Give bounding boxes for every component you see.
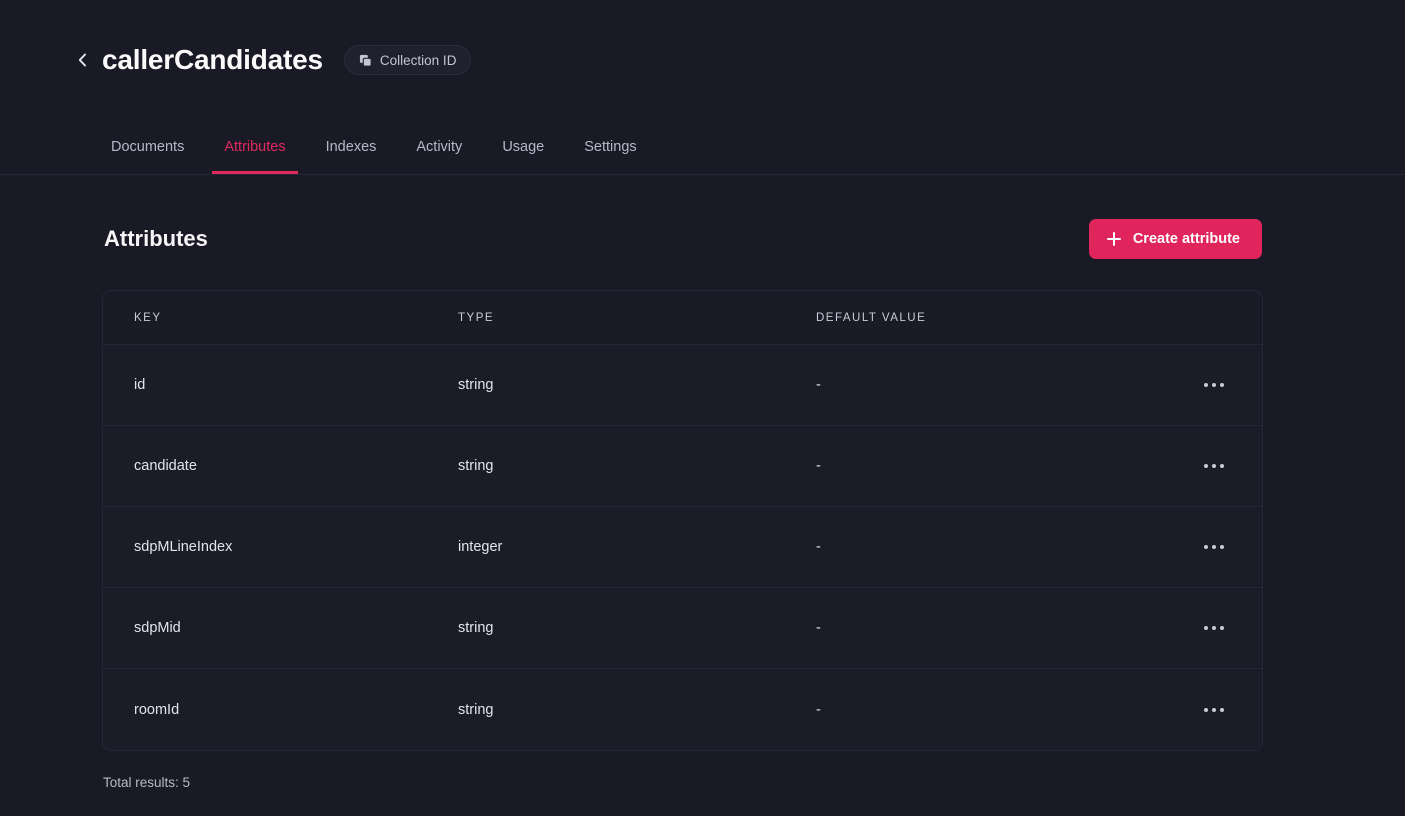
attribute-key: id (134, 377, 146, 393)
page-header: callerCandidates Collection ID (0, 0, 1405, 120)
attribute-key: sdpMid (134, 620, 181, 636)
attribute-type: string (458, 620, 494, 636)
tab-usage[interactable]: Usage (482, 120, 564, 174)
attribute-key: sdpMLineIndex (134, 539, 233, 555)
page-root: callerCandidates Collection ID Documents… (0, 0, 1405, 816)
row-actions-cell (1190, 695, 1262, 725)
ellipsis-icon[interactable] (1192, 451, 1236, 481)
column-header-default-value: DEFAULT VALUE (816, 311, 927, 324)
attribute-type: integer (458, 539, 503, 555)
tab-bar: Documents Attributes Indexes Activity Us… (0, 120, 1405, 175)
collection-id-label: Collection ID (379, 52, 457, 68)
tab-indexes-label: Indexes (325, 139, 377, 155)
page-title: callerCandidates (102, 44, 323, 75)
tab-settings[interactable]: Settings (564, 120, 656, 174)
plus-icon (1106, 232, 1121, 246)
create-attribute-button[interactable]: Create attribute (1088, 219, 1262, 259)
attribute-default-value: - (816, 377, 821, 393)
tab-settings-label: Settings (584, 139, 637, 155)
tab-attributes[interactable]: Attributes (204, 120, 305, 174)
attribute-default-value: - (816, 539, 821, 555)
chevron-left-icon (75, 52, 91, 68)
tab-activity-label: Activity (416, 139, 463, 155)
ellipsis-icon[interactable] (1192, 695, 1236, 725)
column-header-key: KEY (134, 311, 162, 324)
copy-icon (359, 54, 372, 67)
attribute-type: string (458, 377, 494, 393)
back-button[interactable] (72, 49, 94, 71)
attribute-default-value: - (816, 458, 821, 474)
tab-attributes-label: Attributes (224, 139, 286, 155)
attribute-key: roomId (134, 701, 180, 718)
table-header-row: KEY TYPE DEFAULT VALUE (103, 291, 1262, 345)
tab-documents-label: Documents (111, 139, 185, 155)
row-actions-cell (1190, 370, 1262, 400)
ellipsis-icon[interactable] (1192, 613, 1236, 643)
collection-id-button[interactable]: Collection ID (343, 45, 472, 75)
row-actions-cell (1190, 613, 1262, 643)
attribute-type: string (458, 458, 494, 474)
attribute-type: string (458, 701, 494, 718)
table-row[interactable]: sdpMid string - (103, 588, 1262, 669)
attribute-key: candidate (134, 458, 197, 474)
section-title: Attributes (104, 226, 208, 251)
table-row[interactable]: id string - (103, 345, 1262, 426)
section-header: Attributes Create attribute (104, 216, 1262, 262)
attribute-default-value: - (816, 620, 821, 636)
create-attribute-label: Create attribute (1132, 231, 1240, 247)
attributes-table: KEY TYPE DEFAULT VALUE id string - candi… (102, 290, 1263, 751)
tab-activity[interactable]: Activity (396, 120, 482, 174)
tab-documents[interactable]: Documents (91, 120, 204, 174)
attribute-default-value: - (816, 701, 821, 718)
tab-list: Documents Attributes Indexes Activity Us… (104, 120, 657, 175)
ellipsis-icon[interactable] (1192, 532, 1236, 562)
column-header-type: TYPE (458, 311, 495, 324)
table-row[interactable]: sdpMLineIndex integer - (103, 507, 1262, 588)
tab-indexes[interactable]: Indexes (306, 120, 397, 174)
table-row[interactable]: candidate string - (103, 426, 1262, 507)
tab-usage-label: Usage (502, 139, 545, 155)
row-actions-cell (1190, 451, 1262, 481)
table-row[interactable]: roomId string - (103, 669, 1262, 750)
row-actions-cell (1190, 532, 1262, 562)
total-results-label: Total results: 5 (103, 775, 191, 790)
ellipsis-icon[interactable] (1192, 370, 1236, 400)
